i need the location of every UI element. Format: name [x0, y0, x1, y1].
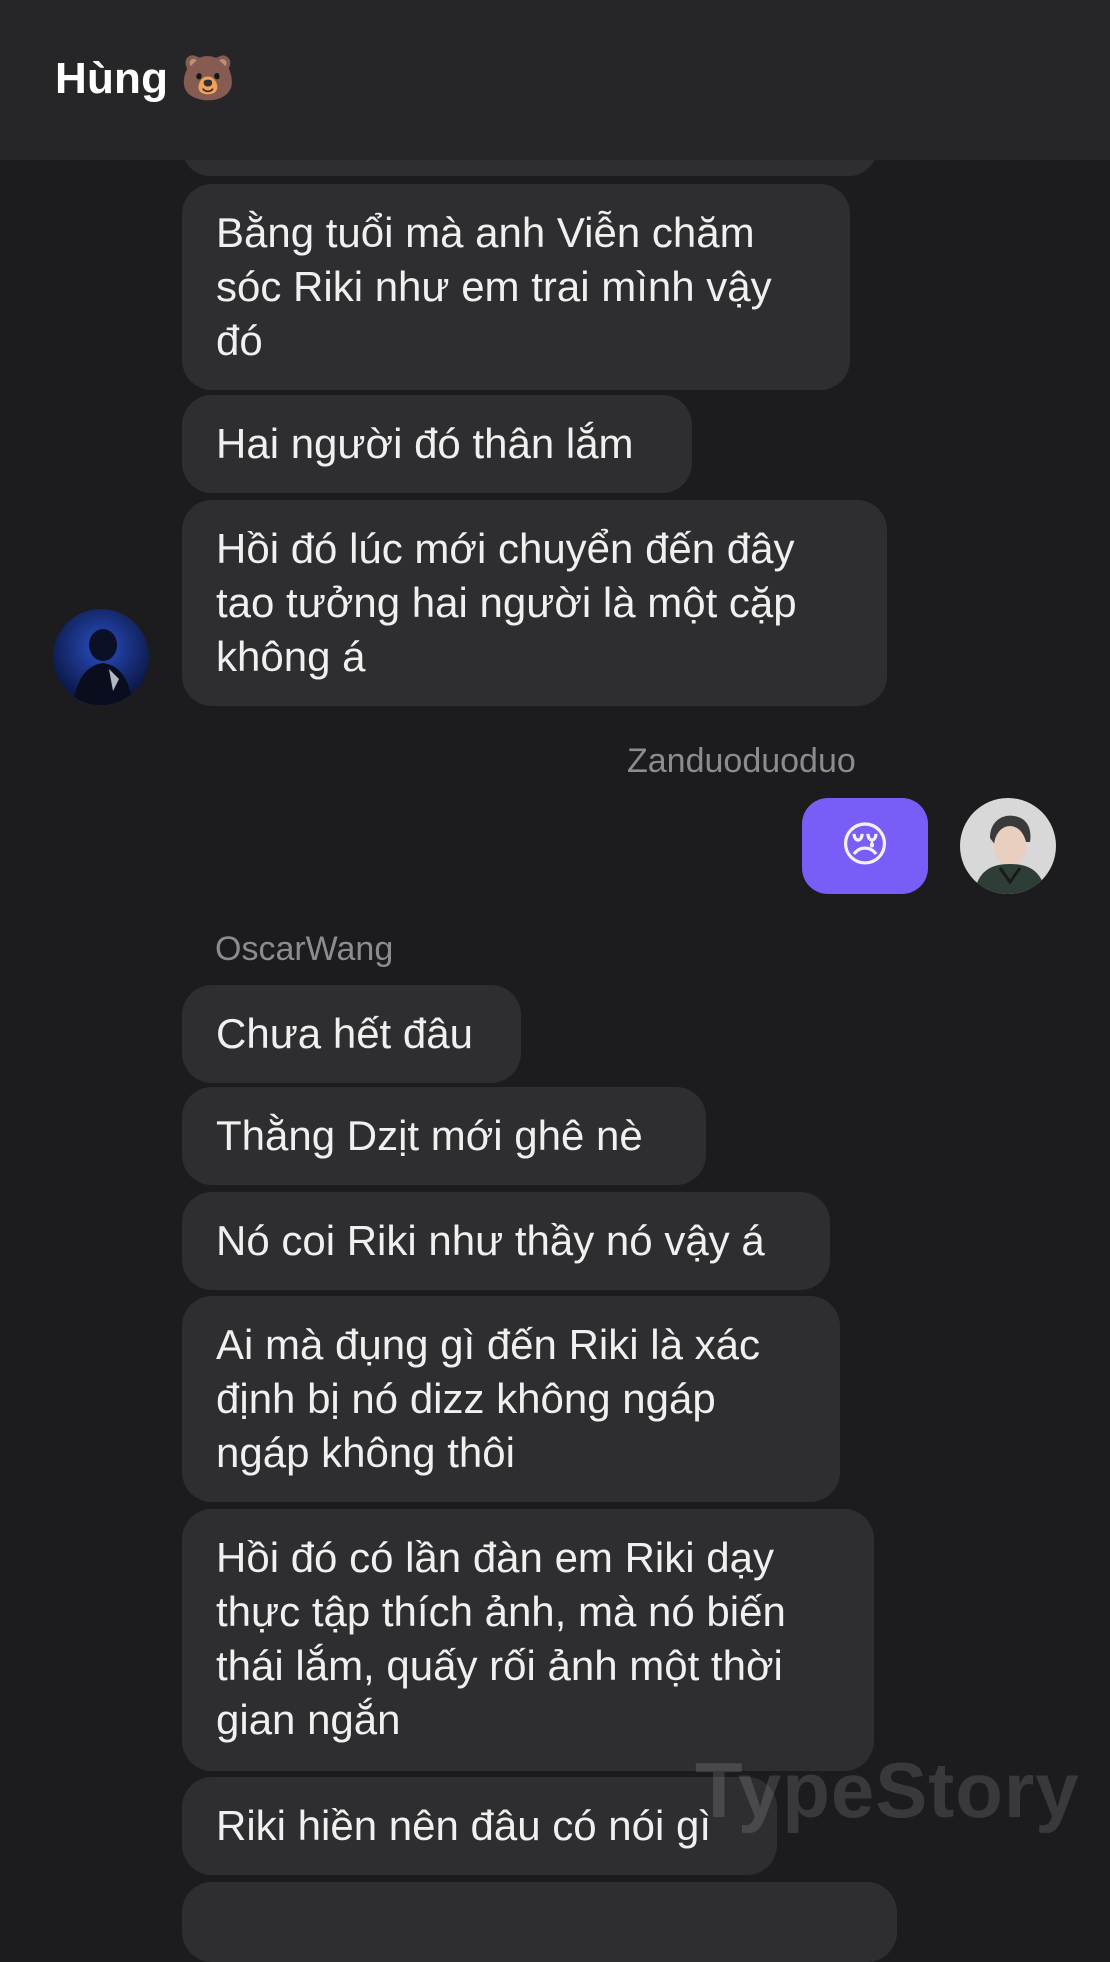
- my-avatar[interactable]: [960, 798, 1056, 894]
- chat-header: Hùng 🐻: [0, 0, 1110, 160]
- message-text: Hồi đó lúc mới chuyển đến đây tao tưởng …: [216, 525, 797, 680]
- message-text: Chưa hết đâu: [216, 1010, 473, 1057]
- message-text: Nó coi Riki như thầy nó vậy á: [216, 1217, 765, 1264]
- sender-name: OscarWang: [215, 930, 394, 968]
- message-bubble-clipped[interactable]: [182, 1882, 897, 1962]
- message-bubble[interactable]: Nó coi Riki như thầy nó vậy á: [182, 1192, 830, 1290]
- crying-face-emoji: 😢: [839, 819, 891, 872]
- message-bubble[interactable]: Hồi đó có lần đàn em Riki dạy thực tập t…: [182, 1509, 874, 1771]
- message-bubble[interactable]: Riki hiền nên đâu có nói gì: [182, 1777, 777, 1875]
- message-text: Thằng Dzịt mới ghê nè: [216, 1112, 643, 1159]
- message-text: Ai mà đụng gì đến Riki là xác định bị nó…: [216, 1321, 760, 1476]
- message-bubble[interactable]: Chưa hết đâu: [182, 985, 521, 1083]
- message-bubble[interactable]: Hai người đó thân lắm: [182, 395, 692, 493]
- message-text: Riki hiền nên đâu có nói gì: [216, 1802, 711, 1849]
- message-bubble[interactable]: Bằng tuổi mà anh Viễn chăm sóc Riki như …: [182, 184, 850, 390]
- contact-avatar[interactable]: [53, 609, 149, 705]
- message-text: Hồi đó có lần đàn em Riki dạy thực tập t…: [216, 1534, 786, 1743]
- my-message-bubble[interactable]: 😢: [802, 798, 928, 894]
- message-text: Bằng tuổi mà anh Viễn chăm sóc Riki như …: [216, 209, 772, 364]
- my-sender-name: Zanduoduoduo: [627, 742, 856, 780]
- message-bubble[interactable]: Thằng Dzịt mới ghê nè: [182, 1087, 706, 1185]
- chat-title[interactable]: Hùng 🐻: [55, 52, 236, 104]
- message-text: Hai người đó thân lắm: [216, 420, 634, 467]
- message-bubble[interactable]: Ai mà đụng gì đến Riki là xác định bị nó…: [182, 1296, 840, 1502]
- message-bubble[interactable]: Hồi đó lúc mới chuyển đến đây tao tưởng …: [182, 500, 887, 706]
- watermark-logo: TypeStory: [695, 1746, 1080, 1834]
